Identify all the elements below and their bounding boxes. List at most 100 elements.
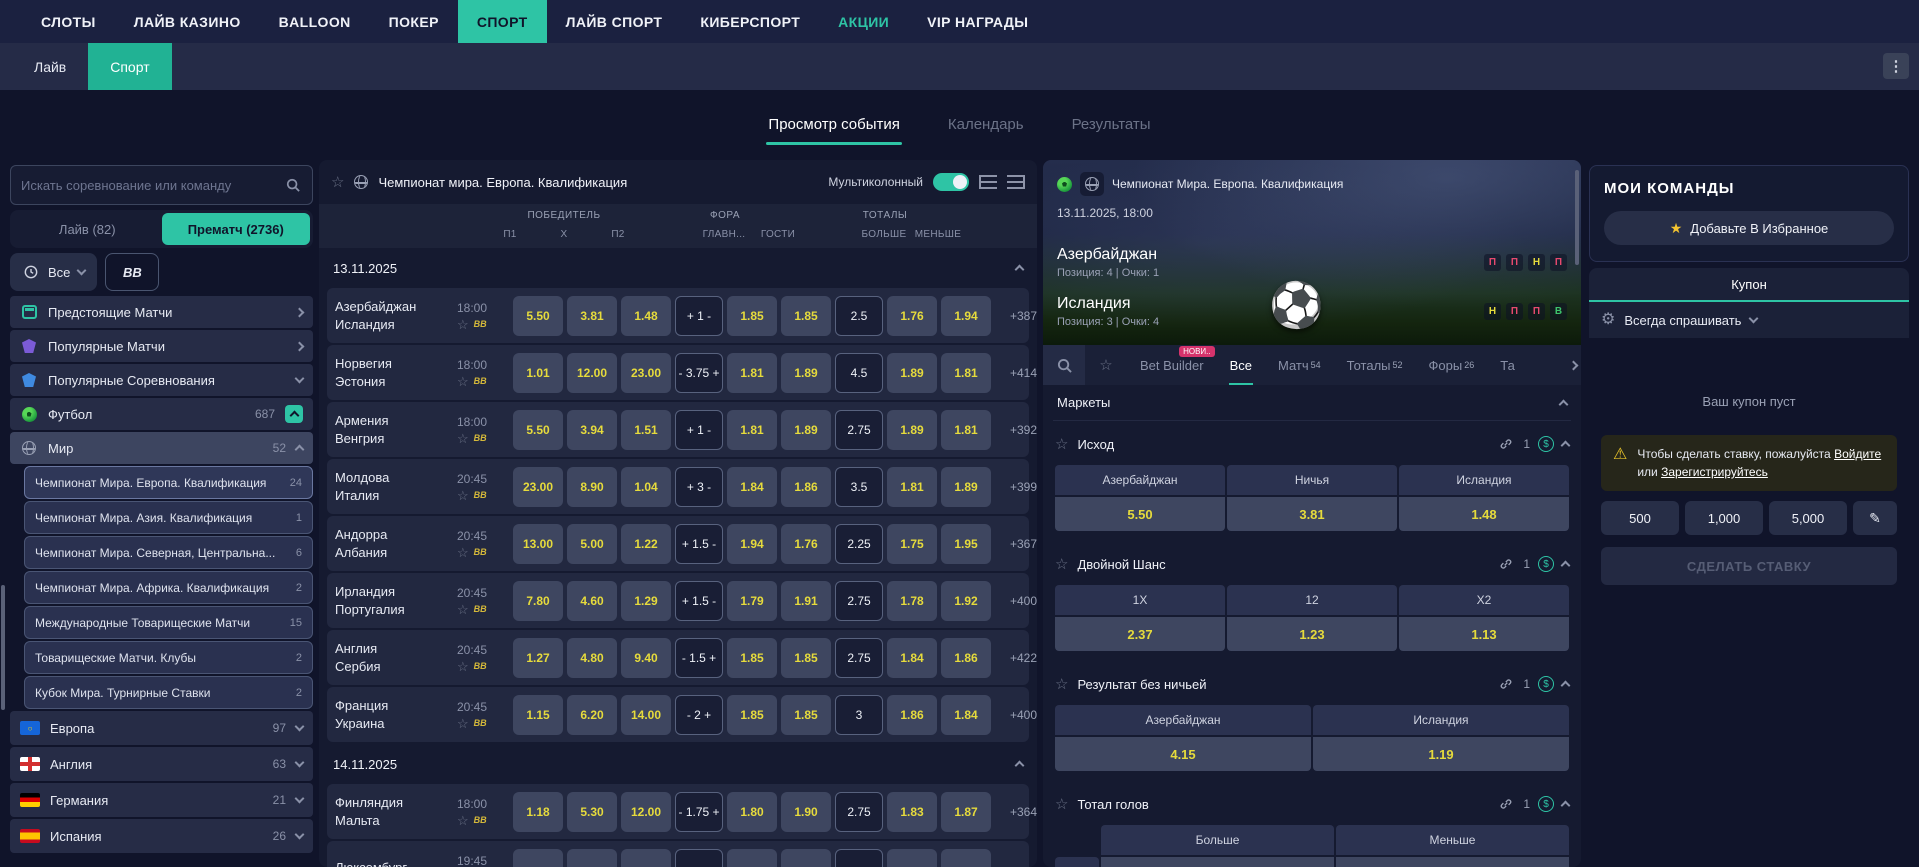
odds-over[interactable] bbox=[887, 848, 937, 867]
odds-handicap-home[interactable]: 1.85 bbox=[727, 637, 777, 678]
link-icon[interactable] bbox=[1497, 435, 1515, 453]
odds-handicap-home[interactable]: 1.84 bbox=[727, 466, 777, 507]
odds-over[interactable]: 1.84 bbox=[887, 637, 937, 678]
event-row[interactable]: Армения Венгрия 18:00 ☆ BB 5.50 3.94 1.51 +… bbox=[327, 402, 1037, 457]
ask-mode-dropdown[interactable]: ⚙ Всегда спрашивать bbox=[1589, 302, 1909, 338]
topnav-item-7[interactable]: АКЦИИ bbox=[819, 0, 908, 43]
topnav-item-8[interactable]: VIP НАГРАДЫ bbox=[908, 0, 1047, 43]
time-filter-dropdown[interactable]: Все bbox=[10, 253, 98, 291]
event-row[interactable]: Люксембург 19:45 ☆ BB bbox=[327, 841, 1029, 867]
odds-p1[interactable] bbox=[513, 848, 563, 867]
coupon-tab[interactable]: Купон bbox=[1589, 268, 1909, 302]
competition-item-6[interactable]: Кубок Мира. Турнирные Ставки 2 bbox=[24, 676, 313, 709]
match-teams[interactable]: Англия Сербия bbox=[335, 641, 453, 674]
login-link[interactable]: Войдите bbox=[1834, 447, 1881, 461]
odds-handicap-home[interactable]: 1.79 bbox=[727, 580, 777, 621]
market-odd-button[interactable]: 3.81 bbox=[1227, 497, 1397, 531]
match-teams[interactable]: Армения Венгрия bbox=[335, 413, 453, 446]
event-row[interactable]: Финляндия Мальта 18:00 ☆ BB 1.18 5.30 12.00… bbox=[327, 784, 1037, 839]
multicolumn-toggle[interactable] bbox=[933, 173, 969, 191]
link-icon[interactable] bbox=[1497, 555, 1515, 573]
odds-p2[interactable] bbox=[621, 848, 671, 867]
competition-item-1[interactable]: Чемпионат Мира. Азия. Квалификация 1 bbox=[24, 501, 313, 534]
odds-x[interactable]: 6.20 bbox=[567, 694, 617, 735]
chevron-up-icon[interactable] bbox=[1560, 440, 1571, 451]
grid-layout-icon[interactable] bbox=[1007, 175, 1025, 189]
event-row[interactable]: Ирландия Португалия 20:45 ☆ BB 7.80 4.60 1.… bbox=[327, 573, 1037, 628]
odds-x[interactable]: 4.80 bbox=[567, 637, 617, 678]
event-row[interactable]: Молдова Италия 20:45 ☆ BB 23.00 8.90 1.04 +… bbox=[327, 459, 1037, 514]
odds-handicap-away[interactable]: 1.86 bbox=[781, 466, 831, 507]
odds-p1[interactable]: 5.50 bbox=[513, 409, 563, 450]
country-item-3[interactable]: Испания 26 bbox=[10, 819, 313, 853]
odds-p1[interactable]: 1.27 bbox=[513, 637, 563, 678]
market-tab-0[interactable]: Bet Builder НОВИ.. bbox=[1127, 345, 1217, 385]
odds-handicap-away[interactable]: 1.85 bbox=[781, 637, 831, 678]
search-input[interactable] bbox=[21, 177, 276, 193]
odds-p2[interactable]: 9.40 bbox=[621, 637, 671, 678]
event-row[interactable]: Англия Сербия 20:45 ☆ BB 1.27 4.80 9.40 - 1… bbox=[327, 630, 1037, 685]
favorite-star-icon[interactable]: ☆ bbox=[457, 660, 469, 673]
market-search-button[interactable] bbox=[1043, 345, 1085, 385]
favorite-star-icon[interactable]: ☆ bbox=[1055, 557, 1068, 572]
subnav-item-1[interactable]: Спорт bbox=[88, 43, 172, 90]
sidebar-item-1[interactable]: Популярные Матчи bbox=[10, 330, 313, 362]
odds-p2[interactable]: 1.48 bbox=[621, 295, 671, 336]
view-tab-1[interactable]: Календарь bbox=[946, 106, 1026, 145]
odds-under[interactable]: 1.92 bbox=[941, 580, 991, 621]
match-teams[interactable]: Андорра Албания bbox=[335, 527, 453, 560]
odds-over[interactable]: 1.75 bbox=[887, 523, 937, 564]
event-row[interactable]: Норвегия Эстония 18:00 ☆ BB 1.01 12.00 23.0… bbox=[327, 345, 1037, 400]
odds-p2[interactable]: 1.04 bbox=[621, 466, 671, 507]
odds-p2[interactable]: 1.22 bbox=[621, 523, 671, 564]
market-odd-button[interactable]: 1.13 bbox=[1399, 617, 1569, 651]
market-odd-button[interactable]: 8.70 bbox=[1336, 857, 1569, 867]
odds-x[interactable]: 5.00 bbox=[567, 523, 617, 564]
odds-p1[interactable]: 7.80 bbox=[513, 580, 563, 621]
match-teams[interactable]: Азербайджан Исландия bbox=[335, 299, 453, 332]
market-odd-button[interactable]: 2.37 bbox=[1055, 617, 1225, 651]
link-icon[interactable] bbox=[1497, 795, 1515, 813]
bet-builder-filter-button[interactable]: BB bbox=[105, 253, 160, 291]
sidebar-item-4[interactable]: Мир 52 bbox=[10, 432, 313, 464]
link-icon[interactable] bbox=[1497, 675, 1515, 693]
odds-handicap-home[interactable] bbox=[727, 848, 777, 867]
place-bet-button[interactable]: СДЕЛАТЬ СТАВКУ bbox=[1601, 547, 1897, 585]
market-odd-button[interactable]: 1.19 bbox=[1313, 737, 1569, 771]
odds-p1[interactable]: 23.00 bbox=[513, 466, 563, 507]
odds-handicap-home[interactable]: 1.85 bbox=[727, 295, 777, 336]
event-row[interactable]: Азербайджан Исландия 18:00 ☆ BB 5.50 3.81 1… bbox=[327, 288, 1037, 343]
topnav-item-4[interactable]: СПОРТ bbox=[457, 0, 547, 43]
odds-over[interactable]: 1.81 bbox=[887, 466, 937, 507]
collapse-button[interactable] bbox=[285, 405, 303, 423]
odds-p1[interactable]: 1.15 bbox=[513, 694, 563, 735]
register-link[interactable]: Зарегистрируйтесь bbox=[1661, 465, 1768, 479]
odds-under[interactable]: 1.89 bbox=[941, 466, 991, 507]
favorite-star-icon[interactable]: ☆ bbox=[457, 432, 469, 445]
chevron-up-icon[interactable] bbox=[1560, 560, 1571, 571]
competition-item-3[interactable]: Чемпионат Мира. Африка. Квалификация 2 bbox=[24, 571, 313, 604]
topnav-item-0[interactable]: СЛОТЫ bbox=[22, 0, 115, 43]
market-tab-2[interactable]: Матч 54 bbox=[1265, 345, 1334, 385]
odds-handicap-home[interactable]: 1.81 bbox=[727, 409, 777, 450]
market-favorites-button[interactable]: ☆ bbox=[1085, 345, 1127, 385]
match-teams[interactable]: Франция Украина bbox=[335, 698, 453, 731]
list-layout-icon[interactable] bbox=[979, 175, 997, 189]
odds-p2[interactable]: 1.29 bbox=[621, 580, 671, 621]
odds-over[interactable]: 1.89 bbox=[887, 409, 937, 450]
stake-preset-2[interactable]: 5,000 bbox=[1769, 501, 1847, 535]
market-tab-3[interactable]: Тоталы 52 bbox=[1334, 345, 1416, 385]
odds-over[interactable]: 1.86 bbox=[887, 694, 937, 735]
odds-p1[interactable]: 1.18 bbox=[513, 791, 563, 832]
market-tab-5[interactable]: Та bbox=[1487, 345, 1528, 385]
odds-under[interactable]: 1.94 bbox=[941, 295, 991, 336]
odds-x[interactable]: 4.60 bbox=[567, 580, 617, 621]
country-item-1[interactable]: Англия 63 bbox=[10, 747, 313, 781]
sidebar-item-2[interactable]: Популярные Соревнования bbox=[10, 364, 313, 396]
mode-tab-0[interactable]: Лайв (82) bbox=[13, 213, 162, 245]
topnav-item-1[interactable]: ЛАЙВ КАЗИНО bbox=[115, 0, 260, 43]
odds-p2[interactable]: 12.00 bbox=[621, 791, 671, 832]
competition-item-4[interactable]: Международные Товарищеские Матчи 15 bbox=[24, 606, 313, 639]
markets-accordion-header[interactable]: Маркеты bbox=[1053, 385, 1571, 421]
odds-under[interactable]: 1.95 bbox=[941, 523, 991, 564]
